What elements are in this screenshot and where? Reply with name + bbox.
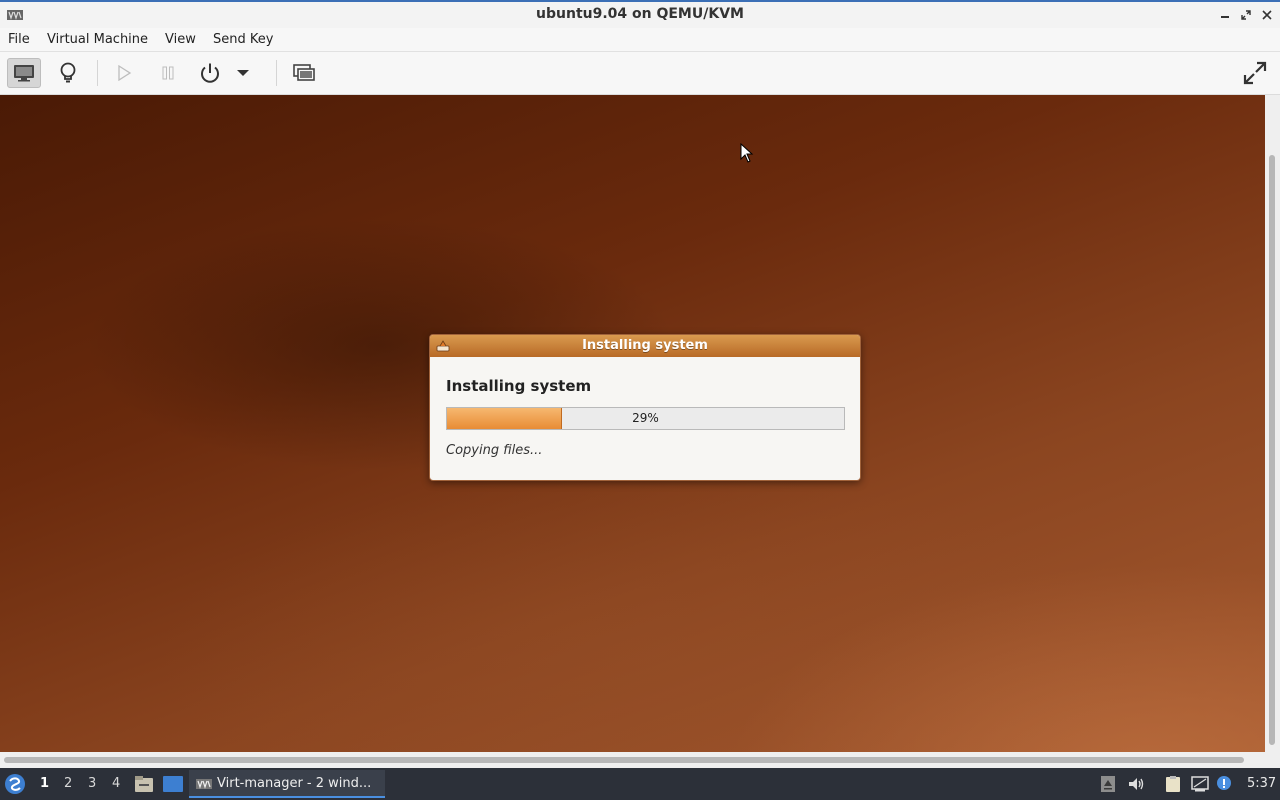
app-menu-icon[interactable] [4, 773, 26, 795]
close-icon [1262, 10, 1272, 20]
pause-icon [162, 66, 174, 80]
menu-view[interactable]: View [165, 32, 196, 47]
close-button[interactable] [1259, 8, 1275, 24]
screenshot-icon [293, 64, 315, 81]
virt-manager-task-icon [196, 779, 212, 789]
toolbar-separator [276, 60, 277, 86]
menu-virtual-machine[interactable]: Virtual Machine [47, 32, 148, 47]
mouse-cursor-icon [740, 143, 754, 163]
taskbar: 1 2 3 4 Virt-manager - 2 wind... 5:37 [0, 768, 1280, 800]
network-icon[interactable] [1191, 775, 1209, 793]
window-title: ubuntu9.04 on QEMU/KVM [536, 6, 744, 22]
show-desktop-icon[interactable] [162, 775, 184, 793]
power-icon [201, 63, 219, 83]
notification-icon[interactable] [1215, 775, 1233, 793]
maximize-button[interactable] [1238, 8, 1254, 24]
taskbar-task-virt-manager[interactable]: Virt-manager - 2 wind... [189, 770, 385, 798]
clock: 5:37 [1247, 776, 1277, 791]
minimize-button[interactable] [1217, 8, 1233, 24]
console-button[interactable] [7, 58, 41, 88]
run-button[interactable] [107, 58, 141, 88]
keyboard-layout-icon[interactable] [1099, 775, 1117, 793]
menu-file[interactable]: File [8, 32, 30, 47]
shutdown-menu-button[interactable] [233, 58, 253, 88]
details-button[interactable] [51, 58, 85, 88]
maximize-icon [1241, 10, 1251, 20]
window-titlebar[interactable]: ubuntu9.04 on QEMU/KVM [0, 0, 1280, 28]
fullscreen-icon [1243, 61, 1267, 85]
taskbar-task-label: Virt-manager - 2 wind... [217, 776, 372, 791]
shutdown-button[interactable] [193, 58, 227, 88]
chevron-down-icon [237, 70, 249, 76]
minimize-icon [1221, 16, 1229, 18]
vertical-scrollbar-thumb[interactable] [1269, 155, 1275, 745]
workspace-3[interactable]: 3 [88, 776, 96, 791]
horizontal-scrollbar[interactable] [0, 752, 1280, 768]
lightbulb-icon [60, 62, 76, 83]
play-icon [118, 65, 132, 81]
toolbar [0, 52, 1280, 95]
clipboard-icon[interactable] [1164, 775, 1182, 793]
install-dialog-heading: Installing system [446, 377, 592, 395]
install-dialog-title: Installing system [582, 338, 708, 353]
install-dialog-titlebar[interactable]: Installing system [430, 335, 860, 357]
file-manager-icon[interactable] [134, 775, 154, 793]
volume-icon[interactable] [1127, 775, 1145, 793]
monitor-icon [14, 65, 34, 82]
horizontal-scrollbar-thumb[interactable] [4, 757, 1244, 763]
menu-send-key[interactable]: Send Key [213, 32, 273, 47]
install-status-text: Copying files... [446, 443, 543, 458]
workspace-4[interactable]: 4 [112, 776, 120, 791]
vertical-scrollbar[interactable] [1265, 95, 1280, 752]
pause-button[interactable] [151, 58, 185, 88]
menubar: File Virtual Machine View Send Key [0, 28, 1280, 52]
workspace-1[interactable]: 1 [40, 776, 49, 791]
install-dialog: Installing system Installing system 29% … [429, 334, 861, 481]
screenshot-button[interactable] [287, 58, 321, 88]
install-progress-label: 29% [632, 411, 659, 425]
fullscreen-button[interactable] [1238, 58, 1272, 88]
install-progress-bar: 29% [446, 407, 845, 430]
toolbar-separator [97, 60, 98, 86]
workspace-2[interactable]: 2 [64, 776, 72, 791]
